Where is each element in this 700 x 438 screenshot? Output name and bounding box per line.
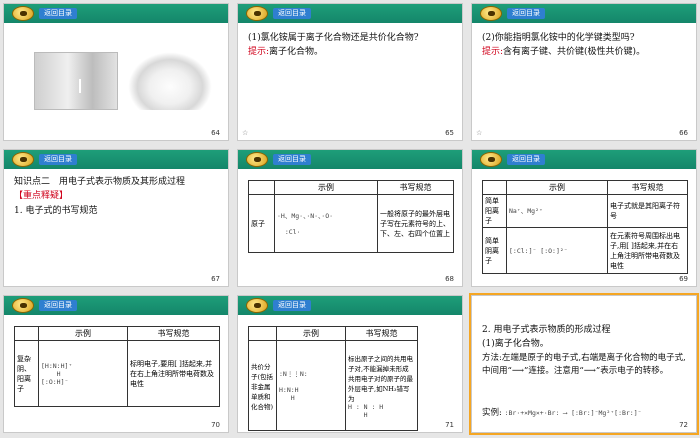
slide-number: 69 [679,275,688,283]
back-to-contents-button[interactable]: 返回目录 [39,154,77,165]
photo-crystal-wall [34,52,118,110]
rule-text: 标出原子之间的共用电子对,不能漏掉未形成共用电子对的原子的最外层电子,如NH₃错… [348,354,413,403]
slide-number: 70 [211,421,220,429]
slide-65[interactable]: 返回目录 (1)氯化铵属于离子化合物还是共价化合物? 提示:离子化合物。 ☆ 6… [237,3,463,141]
back-to-contents-button[interactable]: 返回目录 [39,300,77,311]
slide-66[interactable]: 返回目录 (2)你能指明氯化铵中的化学键类型吗? 提示:含有离子键、共价键(极性… [471,3,697,141]
photo-white-crystals [128,52,212,110]
slide-number: 72 [679,421,688,429]
logo-icon [246,298,268,313]
section-title: 知识点二 用电子式表示物质及其形成过程 [14,177,186,187]
example-cell: Na⁺、Mg²⁺ [506,194,608,228]
slide-header: 返回目录 [4,4,228,23]
back-to-contents-button[interactable]: 返回目录 [507,154,545,165]
rules-table: 示例 书写规范 简单阳离子 Na⁺、Mg²⁺ 电子式就是其阳离子符号 简单阴离子… [482,180,688,274]
slide-header: 返回目录 [4,150,228,169]
logo-icon [480,6,502,21]
rule-cell: 标出原子之间的共用电子对,不能漏掉未形成共用电子对的原子的最外层电子,如NH₃错… [345,340,418,431]
answer-value: 含有离子键、共价键(极性共价键)。 [503,47,646,57]
rules-table: 示例 书写规范 原子 ·H、Mg·、·N·、·O· :Cl· 一般将原子的最外层… [248,180,454,253]
row-label: 共价分子(包括非金属单质和化合物) [248,340,277,431]
slide-number: 68 [445,275,454,283]
rule-cell: 一般将原子的最外层电子写在元素符号的上、下、左、右四个位置上 [377,194,454,253]
logo-icon [12,152,34,167]
slide-68[interactable]: 返回目录 示例 书写规范 原子 ·H、Mg·、·N·、·O· :Cl· 一般将原… [237,149,463,287]
slide-header: 返回目录 [238,296,462,315]
slide-70[interactable]: 返回目录 示例 书写规范 复杂阴、阳离子 [H:N:H]⁺ H [:O:H]⁻ … [3,295,229,433]
example-label: 实例: [482,408,502,418]
answer-text: 提示:离子化合物。 [248,46,454,59]
col-header-example: 示例 [276,326,346,341]
col-header-rule: 书写规范 [377,180,454,195]
slide-number: 64 [211,129,220,137]
rules-table: 示例 书写规范 复杂阴、阳离子 [H:N:H]⁺ H [:O:H]⁻ 标明电子,… [14,326,220,407]
col-header-example: 示例 [38,326,128,341]
slide-header: 返回目录 [238,150,462,169]
col-header-example: 示例 [506,180,608,195]
example-cell: [H:N:H]⁺ H [:O:H]⁻ [38,340,128,407]
slide-header: 返回目录 [4,296,228,315]
back-to-contents-button[interactable]: 返回目录 [273,300,311,311]
logo-icon [246,6,268,21]
col-header-example: 示例 [274,180,378,195]
method-text: 方法:左端是原子的电子式,右端是离子化合物的电子式,中间用“⟶”连接。注意用“⟶… [482,353,686,376]
rule-cell: 电子式就是其阳离子符号 [607,194,688,228]
hint-label: 提示: [482,47,504,57]
col-header-rule: 书写规范 [607,180,688,195]
answer-value: 离子化合物。 [269,47,324,57]
back-to-contents-button[interactable]: 返回目录 [507,8,545,19]
wrong-example: H : N : H H [348,402,384,419]
question-text: (2)你能指明氯化铵中的化学键类型吗? [482,33,635,43]
back-to-contents-button[interactable]: 返回目录 [273,154,311,165]
rule-cell: 在元素符号周围标出电子,用[ ]括起来,并在右上角注明所带电荷数及电性 [607,227,688,274]
logo-icon [480,152,502,167]
sub-heading: (1)离子化合物。 [482,339,549,349]
example-formula: :Br·+×Mg×+·Br: ⟶ [:Br:]⁻Mg²⁺[:Br:]⁻ [504,409,642,417]
col-header-rule: 书写规范 [127,326,220,341]
back-to-contents-button[interactable]: 返回目录 [39,8,77,19]
row-label: 原子 [248,194,275,253]
slide-sorter-grid: 返回目录 64 返回目录 (1)氯化铵属于离子化合物还是共价化合物? 提示:离子… [0,0,700,438]
example-cell: :N⋮⋮N: H:N:H H [276,340,346,431]
star-icon: ☆ [242,129,249,137]
slide-67[interactable]: 返回目录 知识点二 用电子式表示物质及其形成过程 【重点释疑】 1. 电子式的书… [3,149,229,287]
section-title: 2. 用电子式表示物质的形成过程 [482,325,611,335]
example-cell: ·H、Mg·、·N·、·O· :Cl· [274,194,378,253]
example-cell: [:Cl:]⁻ [:O:]²⁻ [506,227,608,274]
slide-number: 71 [445,421,454,429]
slide-header: 返回目录 [472,4,696,23]
star-icon: ☆ [476,129,483,137]
logo-icon [246,152,268,167]
slide-header: 返回目录 [238,4,462,23]
slide-71[interactable]: 返回目录 示例 书写规范 共价分子(包括非金属单质和化合物) :N⋮⋮N: H:… [237,295,463,433]
rule-cell: 标明电子,要用[ ]括起来,并在右上角注明所带电荷数及电性 [127,340,220,407]
logo-icon [12,298,34,313]
rules-table: 示例 书写规范 共价分子(包括非金属单质和化合物) :N⋮⋮N: H:N:H H… [248,326,418,431]
row-label: 简单阳离子 [482,194,507,228]
back-to-contents-button[interactable]: 返回目录 [273,8,311,19]
row-label: 简单阴离子 [482,227,507,274]
slide-number: 67 [211,275,220,283]
slide-number: 66 [679,129,688,137]
slide-64[interactable]: 返回目录 64 [3,3,229,141]
slide-header: 返回目录 [472,150,696,169]
slide-69[interactable]: 返回目录 示例 书写规范 简单阳离子 Na⁺、Mg²⁺ 电子式就是其阳离子符号 … [471,149,697,287]
key-point-tag: 【重点释疑】 [14,191,69,201]
col-header-rule: 书写规范 [345,326,418,341]
question-text: (1)氯化铵属于离子化合物还是共价化合物? [248,33,419,43]
hint-label: 提示: [248,47,270,57]
row-label: 复杂阴、阳离子 [14,340,39,407]
slide-72[interactable]: 2. 用电子式表示物质的形成过程 (1)离子化合物。 方法:左端是原子的电子式,… [469,293,699,435]
logo-icon [12,6,34,21]
example-row: 实例: :Br·+×Mg×+·Br: ⟶ [:Br:]⁻Mg²⁺[:Br:]⁻ [482,406,642,418]
slide-number: 65 [445,129,454,137]
item-heading: 1. 电子式的书写规范 [14,206,98,216]
answer-text: 提示:含有离子键、共价键(极性共价键)。 [482,46,688,59]
